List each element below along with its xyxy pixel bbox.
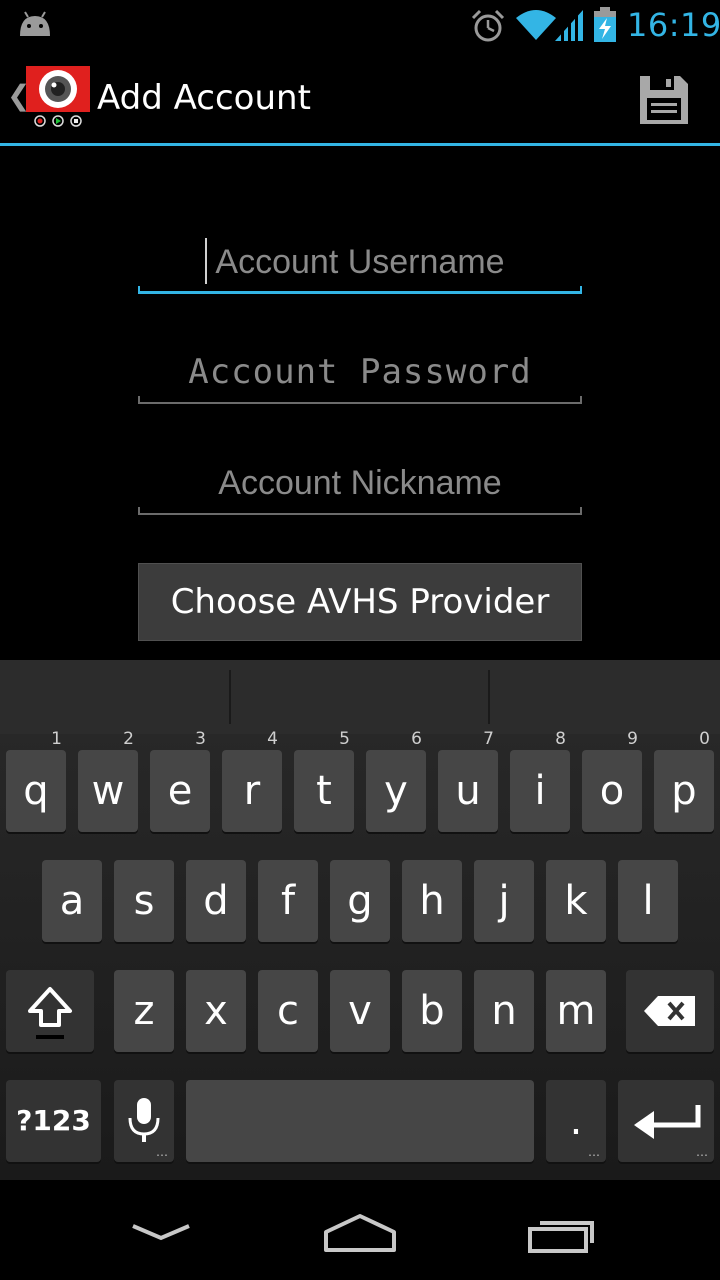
action-bar: ❮ Add Account [0, 50, 720, 146]
status-bar: 16:19 [0, 0, 720, 50]
key-hint: 1 [51, 729, 62, 749]
nickname-input[interactable] [138, 455, 582, 511]
suggestion-strip[interactable] [0, 660, 720, 734]
key-v[interactable]: v [330, 970, 390, 1052]
key-label: u [455, 768, 481, 814]
backspace-icon [644, 996, 695, 1026]
navigation-bar [0, 1180, 720, 1280]
home-icon[interactable] [322, 1212, 398, 1254]
nickname-field[interactable] [138, 455, 582, 515]
microphone-icon [128, 1098, 160, 1142]
page-title: Add Account [97, 78, 311, 118]
key-hint: 7 [483, 729, 494, 749]
alarm-icon [471, 9, 505, 42]
key-label: q [23, 768, 49, 814]
key-label: y [384, 768, 408, 814]
password-underline [138, 396, 582, 404]
key-k[interactable]: k [546, 860, 606, 942]
back-chevron-icon[interactable] [130, 1220, 192, 1244]
key-label: p [671, 768, 697, 814]
signal-icon [555, 10, 583, 41]
key-f[interactable]: f [258, 860, 318, 942]
key-hint: 6 [411, 729, 422, 749]
suggestion-divider [229, 670, 231, 724]
camera-app-icon[interactable] [24, 66, 90, 128]
shift-icon [28, 987, 72, 1039]
key-n[interactable]: n [474, 970, 534, 1052]
key-m[interactable]: m [546, 970, 606, 1052]
key-label: r [243, 768, 261, 814]
key-l[interactable]: l [618, 860, 678, 942]
key-r[interactable]: 4r [222, 729, 282, 832]
suggestion-divider [488, 670, 490, 724]
status-clock: 16:19 [627, 6, 720, 44]
key-d[interactable]: d [186, 860, 246, 942]
wifi-icon [516, 10, 556, 40]
key-label: e [167, 768, 193, 814]
key-t[interactable]: 5t [294, 729, 354, 832]
key-w[interactable]: 2w [78, 729, 138, 832]
key-label: o [599, 768, 625, 814]
space-key[interactable] [186, 1080, 534, 1162]
key-label: t [316, 768, 332, 814]
key-hint: 2 [123, 729, 134, 749]
more-dots: … [696, 1145, 708, 1159]
key-label: i [534, 768, 546, 814]
key-c[interactable]: c [258, 970, 318, 1052]
key-hint: 8 [555, 729, 566, 749]
shift-key[interactable] [6, 970, 94, 1052]
enter-arrow-icon [634, 1105, 701, 1139]
key-z[interactable]: z [114, 970, 174, 1052]
key-y[interactable]: 6y [366, 729, 426, 832]
key-q[interactable]: 1q [6, 729, 66, 832]
mic-key[interactable]: … [114, 1080, 174, 1162]
key-a[interactable]: a [42, 860, 102, 942]
key-u[interactable]: 7u [438, 729, 498, 832]
period-key[interactable]: . … [546, 1080, 606, 1162]
key-i[interactable]: 8i [510, 729, 570, 832]
key-label: w [91, 768, 125, 814]
password-input[interactable] [138, 344, 582, 400]
recent-apps-icon[interactable] [526, 1213, 598, 1255]
key-hint: 4 [267, 729, 278, 749]
key-b[interactable]: b [402, 970, 462, 1052]
key-g[interactable]: g [330, 860, 390, 942]
key-hint: 0 [699, 729, 710, 749]
period-label: . [569, 1098, 583, 1144]
more-dots: … [156, 1145, 168, 1159]
key-hint: 3 [195, 729, 206, 749]
enter-key[interactable]: … [618, 1080, 714, 1162]
key-o[interactable]: 9o [582, 729, 642, 832]
nickname-underline [138, 507, 582, 515]
key-j[interactable]: j [474, 860, 534, 942]
delete-key[interactable] [626, 970, 714, 1052]
save-floppy-icon[interactable] [636, 72, 692, 128]
key-hint: 9 [627, 729, 638, 749]
battery-charging-icon [594, 7, 616, 42]
key-s[interactable]: s [114, 860, 174, 942]
android-icon [20, 11, 50, 36]
more-dots: … [588, 1145, 600, 1159]
password-field[interactable] [138, 344, 582, 404]
key-x[interactable]: x [186, 970, 246, 1052]
key-hint: 5 [339, 729, 350, 749]
username-underline [138, 286, 582, 294]
key-p[interactable]: 0p [654, 729, 714, 832]
text-cursor [205, 238, 207, 284]
soft-keyboard: 1q 2w 3e 4r 5t 6y 7u 8i 9o 0p a s d f g … [0, 660, 720, 1180]
key-h[interactable]: h [402, 860, 462, 942]
choose-provider-button[interactable]: Choose AVHS Provider [138, 563, 582, 641]
key-e[interactable]: 3e [150, 729, 210, 832]
symbols-key[interactable]: ?123 [6, 1080, 101, 1162]
